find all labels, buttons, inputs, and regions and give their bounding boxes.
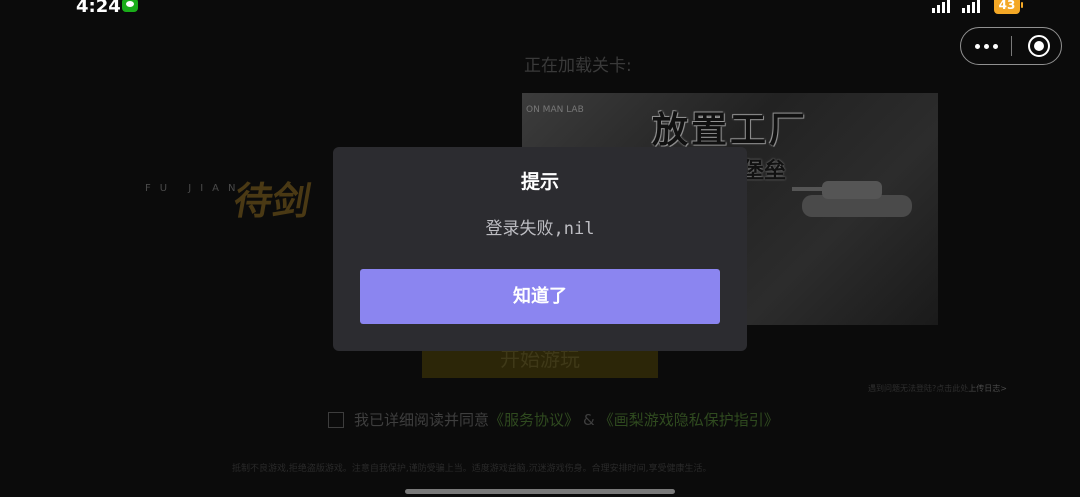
- upload-log-tip: 遇到问题无法登陆?点击此处上传日志>: [868, 383, 1007, 394]
- status-time: 4:24: [76, 0, 121, 17]
- upload-log-prefix: 遇到问题无法登陆?点击此处: [868, 384, 969, 393]
- more-options-icon[interactable]: [961, 28, 1011, 64]
- agreement-amp: &: [583, 410, 595, 429]
- dialog-confirm-button[interactable]: 知道了: [360, 269, 720, 324]
- upload-log-link[interactable]: 上传日志>: [968, 384, 1007, 393]
- dialog-title: 提示: [520, 171, 559, 193]
- dialog-message: 登录失败,nil: [485, 219, 595, 239]
- home-indicator[interactable]: [405, 489, 675, 494]
- health-notice: 抵制不良游戏,拒绝盗版游戏。注意自我保护,谨防受骗上当。适度游戏益脑,沉迷游戏伤…: [232, 464, 712, 474]
- agreement-prefix: 我已详细阅读并同意: [354, 411, 490, 429]
- game-logo-calligraphy: 待剑: [230, 178, 315, 223]
- game-logo: FU JIAN 待剑: [145, 170, 345, 240]
- privacy-guide-link[interactable]: 《画梨游戏隐私保护指引》: [599, 409, 779, 430]
- tank-illustration: [792, 173, 922, 223]
- agreement-row: 我已详细阅读并同意 《服务协议》 & 《画梨游戏隐私保护指引》: [328, 409, 779, 430]
- signal-icon-2: [962, 0, 980, 13]
- signal-icon: [932, 0, 950, 13]
- alert-dialog: 提示 登录失败,nil 知道了: [333, 147, 747, 351]
- game-logo-text: FU JIAN: [145, 183, 245, 194]
- agreement-checkbox[interactable]: [328, 411, 344, 428]
- preview-logo: ON MAN LAB: [526, 105, 584, 115]
- close-mini-program-icon[interactable]: [1028, 35, 1050, 57]
- wechat-icon: [122, 0, 138, 12]
- preview-subtitle: 堡垒: [742, 159, 787, 184]
- status-bar: 4:24 43: [0, 0, 1080, 18]
- service-agreement-link[interactable]: 《服务协议》: [489, 409, 579, 430]
- mini-program-capsule: [960, 27, 1062, 65]
- battery-icon: 43: [994, 0, 1023, 14]
- capsule-divider: [1011, 36, 1012, 56]
- loading-level-title: 正在加载关卡:: [524, 56, 632, 76]
- preview-title: 放置工厂: [652, 109, 809, 151]
